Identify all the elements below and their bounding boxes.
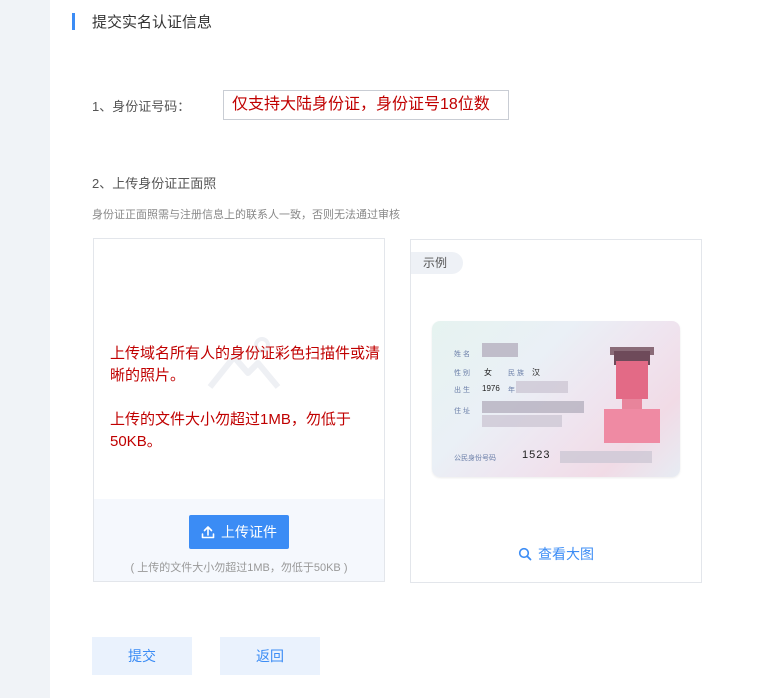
card-address-label: 住 址 xyxy=(454,408,470,415)
upload-hint: 身份证正面照需与注册信息上的联系人一致，否则无法通过审核 xyxy=(92,209,400,221)
card-ethnicity-label: 民 族 xyxy=(508,370,524,377)
view-large-label: 查看大图 xyxy=(538,546,594,562)
id-number-input[interactable]: 仅支持大陆身份证，身份证号18位数 xyxy=(223,90,509,120)
card-gender-value: 女 xyxy=(484,368,492,377)
upload-section-label: 2、上传身份证正面照 xyxy=(92,176,217,191)
example-tag: 示例 xyxy=(411,252,463,274)
card-id-redacted xyxy=(560,451,652,463)
card-birth-label: 出 生 xyxy=(454,387,470,394)
upload-limit-text: ( 上传的文件大小勿超过1MB，勿低于50KB ) xyxy=(130,562,348,574)
card-id-number: 1523 xyxy=(522,449,551,461)
upload-button-label: 上传证件 xyxy=(221,524,277,540)
card-birth-year: 1976 xyxy=(482,384,500,393)
id-number-label: 1、身份证号码： xyxy=(92,99,191,114)
card-id-label: 公民身份号码 xyxy=(454,455,496,462)
card-birth-year-unit: 年 xyxy=(508,387,515,394)
card-gender-label: 性 别 xyxy=(454,370,470,377)
section-title-marker xyxy=(72,13,75,30)
card-portrait-redacted xyxy=(604,347,660,443)
section-title: 提交实名认证信息 xyxy=(92,14,213,31)
main-panel: 提交实名认证信息 1、身份证号码： 仅支持大陆身份证，身份证号18位数 2、上传… xyxy=(50,0,758,698)
card-address-redacted-2 xyxy=(482,415,562,427)
upload-note-line-1: 上传域名所有人的身份证彩色扫描件或清晰的照片。 xyxy=(110,345,381,384)
id-card-sample-image: 姓 名 性 别 女 民 族 汉 出 生 1976 年 住 址 公民身份号码 15… xyxy=(432,321,680,477)
view-large-link[interactable]: 查看大图 xyxy=(411,544,701,564)
card-ethnicity-value: 汉 xyxy=(532,368,540,377)
card-name-redacted xyxy=(482,343,518,357)
upload-note-line-2: 上传的文件大小勿超过1MB，勿低于50KB。 xyxy=(110,411,351,450)
upload-button[interactable]: 上传证件 xyxy=(189,515,289,549)
upload-icon xyxy=(201,526,215,539)
example-panel: 示例 姓 名 性 别 女 民 族 汉 出 生 1976 年 住 址 公民身份号码 xyxy=(410,239,702,583)
card-name-label: 姓 名 xyxy=(454,351,470,358)
upload-note: 上传域名所有人的身份证彩色扫描件或清晰的照片。 上传的文件大小勿超过1MB，勿低… xyxy=(110,343,380,453)
search-icon xyxy=(518,547,532,561)
upload-dropzone[interactable]: 上传域名所有人的身份证彩色扫描件或清晰的照片。 上传的文件大小勿超过1MB，勿低… xyxy=(93,238,385,582)
back-button[interactable]: 返回 xyxy=(220,637,320,675)
card-address-redacted-1 xyxy=(482,401,584,413)
submit-button[interactable]: 提交 xyxy=(92,637,192,675)
card-birth-redacted xyxy=(516,381,568,393)
